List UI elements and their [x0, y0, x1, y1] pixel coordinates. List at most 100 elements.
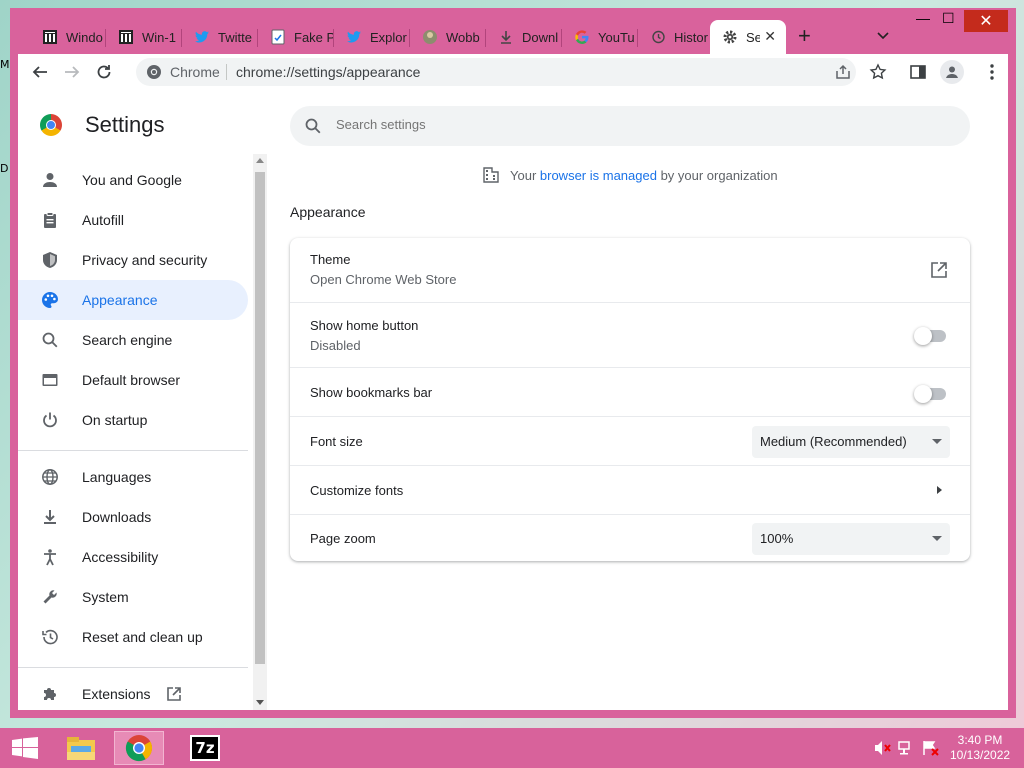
sidebar-item-label: On startup [82, 412, 148, 428]
tab-windows[interactable]: Windo [30, 20, 106, 54]
select-value: Medium (Recommended) [760, 434, 907, 449]
scrollbar-thumb[interactable] [255, 172, 265, 664]
tab-fake[interactable]: Fake P [258, 20, 334, 54]
sidebar-item-privacy[interactable]: Privacy and security [18, 240, 248, 280]
accessibility-icon [40, 547, 60, 567]
reload-icon[interactable] [94, 62, 114, 82]
open-in-new-icon [166, 686, 182, 702]
sidebar-item-label: Accessibility [82, 549, 159, 565]
managed-prefix: Your [510, 167, 540, 183]
row-subtitle: Open Chrome Web Store [310, 272, 457, 287]
sidebar-item-label: You and Google [82, 172, 182, 188]
chrome-logo-icon [40, 114, 62, 136]
profile-avatar-icon[interactable] [940, 60, 964, 84]
shield-icon [40, 250, 60, 270]
tab-twitter[interactable]: Twitte [182, 20, 258, 54]
volume-muted-icon[interactable] [874, 740, 892, 761]
twitter-icon [194, 29, 210, 45]
sidebar-item-label: Appearance [82, 292, 158, 308]
sidebar-item-reset[interactable]: Reset and clean up [18, 617, 248, 657]
network-icon[interactable] [898, 740, 916, 761]
tab-explore[interactable]: Explor [334, 20, 410, 54]
sidebar-item-label: Default browser [82, 372, 181, 388]
tab-win[interactable]: Win-1 [106, 20, 182, 54]
chevron-right-icon [937, 486, 942, 494]
page-icon [270, 29, 286, 45]
tab-downloads[interactable]: Downl [486, 20, 562, 54]
share-icon[interactable] [834, 63, 852, 86]
home-button-toggle[interactable] [914, 327, 946, 345]
bookmarks-bar-row[interactable]: Show bookmarks bar [290, 367, 970, 417]
sidebar-item-search-engine[interactable]: Search engine [18, 320, 248, 360]
sidebar-item-label: Extensions [82, 686, 151, 702]
clock-date: 10/13/2022 [950, 748, 1011, 762]
sidebar-item-autofill[interactable]: Autofill [18, 200, 248, 240]
bookmarks-bar-toggle[interactable] [914, 385, 946, 403]
chrome-icon[interactable] [114, 731, 164, 765]
palette-icon [40, 290, 60, 310]
page-zoom-row: Page zoom 100% [290, 514, 970, 562]
omnibox[interactable]: Chrome chrome://settings/appearance [136, 58, 856, 86]
sidebar-item-downloads[interactable]: Downloads [18, 497, 248, 537]
select-value: 100% [760, 531, 794, 546]
bookmark-star-icon[interactable] [868, 62, 888, 82]
row-title: Customize fonts [310, 483, 404, 498]
sidebar-item-extensions[interactable]: Extensions [18, 674, 248, 714]
maximize-button[interactable]: ☐ [942, 10, 955, 27]
sidebar-scrollbar[interactable] [253, 154, 267, 710]
file-explorer-icon[interactable] [56, 731, 106, 765]
sidebar-item-appearance[interactable]: Appearance [18, 280, 248, 320]
sidebar-item-languages[interactable]: Languages [18, 457, 248, 497]
search-bar[interactable] [290, 106, 970, 146]
windows-start-icon[interactable] [12, 737, 38, 764]
side-panel-icon[interactable] [908, 62, 928, 82]
tab-settings[interactable]: Se ✕ [710, 20, 786, 54]
omnibox-url[interactable]: chrome://settings/appearance [236, 64, 420, 80]
managed-link[interactable]: browser is managed [540, 168, 657, 183]
tab-label: YouTu [598, 29, 635, 45]
home-button-row[interactable]: Show home button Disabled [290, 302, 970, 367]
forward-arrow-icon[interactable] [62, 62, 82, 82]
sidebar-item-label: Search engine [82, 332, 173, 348]
row-title: Theme [310, 252, 351, 267]
sidebar-item-system[interactable]: System [18, 577, 248, 617]
sidebar-item-accessibility[interactable]: Accessibility [18, 537, 248, 577]
settings-sidebar: You and Google Autofill Privacy and secu… [18, 154, 268, 710]
sidebar-item-default-browser[interactable]: Default browser [18, 360, 248, 400]
close-window-button[interactable]: ✕ [964, 10, 1008, 32]
search-input[interactable] [334, 116, 938, 133]
page-zoom-select[interactable]: 100% [752, 523, 950, 555]
building-icon [482, 166, 500, 184]
tab-label: Downl [522, 29, 559, 45]
tab-close-icon[interactable]: ✕ [764, 28, 776, 45]
avatar-icon [422, 29, 438, 45]
open-in-new-icon[interactable] [930, 261, 948, 284]
sidebar-item-you-and-google[interactable]: You and Google [18, 160, 248, 200]
menu-kebab-icon[interactable] [982, 62, 1002, 82]
tab-label: Fake P [294, 29, 334, 45]
font-size-select[interactable]: Medium (Recommended) [752, 426, 950, 458]
taskbar: 7z 3:40 PM 10/13/2022 [0, 728, 1024, 768]
action-center-icon[interactable] [922, 740, 940, 761]
customize-fonts-row[interactable]: Customize fonts [290, 465, 970, 515]
tab-youtube[interactable]: YouTu [562, 20, 638, 54]
7zip-icon[interactable]: 7z [180, 731, 230, 765]
tab-history[interactable]: Histor [638, 20, 714, 54]
back-arrow-icon[interactable] [30, 62, 50, 82]
museum-icon [118, 29, 134, 45]
new-tab-button[interactable]: + [798, 25, 811, 47]
theme-row[interactable]: Theme Open Chrome Web Store [290, 238, 970, 302]
history-icon [650, 29, 666, 45]
clock[interactable]: 3:40 PM 10/13/2022 [950, 733, 1010, 763]
tab-label: Histor [674, 29, 708, 45]
row-title: Font size [310, 434, 363, 449]
power-icon [40, 410, 60, 430]
omnibox-site-label: Chrome [170, 64, 220, 80]
row-title: Show home button [310, 318, 419, 333]
tab-wobb[interactable]: Wobb [410, 20, 486, 54]
section-title: Appearance [290, 204, 366, 220]
tab-search-chevron-icon[interactable] [876, 28, 890, 46]
sidebar-item-on-startup[interactable]: On startup [18, 400, 248, 440]
minimize-button[interactable]: — [916, 10, 930, 26]
desktop-edge-label: D [0, 162, 9, 175]
